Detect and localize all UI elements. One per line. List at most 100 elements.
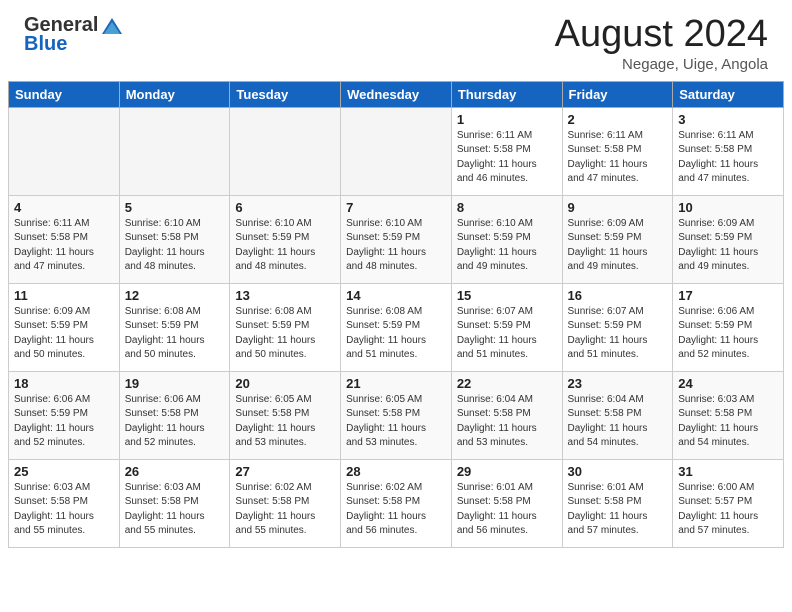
day-info: Sunrise: 6:08 AMSunset: 5:59 PMDaylight:… <box>125 305 225 363</box>
header: General Blue August 2024 Negage, Uige, A… <box>8 0 784 81</box>
calendar-week-row: 11 Sunrise: 6:09 AMSunset: 5:59 PMDayligh… <box>9 283 784 371</box>
day-info: Sunrise: 6:02 AMSunset: 5:58 PMDaylight:… <box>346 481 446 539</box>
day-number: 10 <box>678 200 778 215</box>
calendar-day-14: 14Sunrise: 6:08 AMSunset: 5:59 PMDayligh… <box>341 283 452 371</box>
page-wrapper: General Blue August 2024 Negage, Uige, A… <box>0 0 792 548</box>
weekday-header-thursday: Thursday <box>451 81 562 107</box>
day-number: 31 <box>678 464 778 479</box>
day-info: Sunrise: 6:11 AMSunset: 5:58 PMDaylight:… <box>457 129 557 187</box>
calendar-day-24: 24Sunrise: 6:03 AMSunset: 5:58 PMDayligh… <box>673 371 784 459</box>
calendar-day-19: 19 Sunrise: 6:06 AMSunset: 5:58 PMDayligh… <box>119 371 230 459</box>
weekday-header-monday: Monday <box>119 81 230 107</box>
day-number: 15 <box>457 288 557 303</box>
day-number: 1 <box>457 112 557 127</box>
day-info: Sunrise: 6:07 AMSunset: 5:59 PMDaylight:… <box>568 305 668 363</box>
calendar-day-31: 31 Sunrise: 6:00 AMSunset: 5:57 PMDayligh… <box>673 459 784 547</box>
day-number: 13 <box>235 288 335 303</box>
day-info: Sunrise: 6:06 AMSunset: 5:59 PMDaylight:… <box>14 393 114 451</box>
day-number: 4 <box>14 200 114 215</box>
calendar-day-15: 15 Sunrise: 6:07 AMSunset: 5:59 PMDayligh… <box>451 283 562 371</box>
calendar-day-9: 9 Sunrise: 6:09 AMSunset: 5:59 PMDaylight… <box>562 195 673 283</box>
day-number: 11 <box>14 288 114 303</box>
logo-icon <box>100 16 124 36</box>
calendar-day-10: 10 Sunrise: 6:09 AMSunset: 5:59 PMDayligh… <box>673 195 784 283</box>
logo: General Blue <box>24 14 126 56</box>
calendar-day-20: 20 Sunrise: 6:05 AMSunset: 5:58 PMDayligh… <box>230 371 341 459</box>
day-info: Sunrise: 6:09 AMSunset: 5:59 PMDaylight:… <box>678 217 778 275</box>
day-info: Sunrise: 6:03 AMSunset: 5:58 PMDaylight:… <box>125 481 225 539</box>
day-info: Sunrise: 6:08 AMSunset: 5:59 PMDaylight:… <box>346 305 446 363</box>
weekday-header-row: SundayMondayTuesdayWednesdayThursdayFrid… <box>9 81 784 107</box>
day-number: 21 <box>346 376 446 391</box>
day-info: Sunrise: 6:05 AMSunset: 5:58 PMDaylight:… <box>235 393 335 451</box>
day-info: Sunrise: 6:03 AMSunset: 5:58 PMDaylight:… <box>14 481 114 539</box>
day-number: 19 <box>125 376 225 391</box>
calendar-day-empty <box>9 107 120 195</box>
calendar-day-30: 30 Sunrise: 6:01 AMSunset: 5:58 PMDayligh… <box>562 459 673 547</box>
day-info: Sunrise: 6:10 AMSunset: 5:59 PMDaylight:… <box>457 217 557 275</box>
calendar-day-7: 7 Sunrise: 6:10 AMSunset: 5:59 PMDaylight… <box>341 195 452 283</box>
day-info: Sunrise: 6:05 AMSunset: 5:58 PMDaylight:… <box>346 393 446 451</box>
calendar-week-row: 18 Sunrise: 6:06 AMSunset: 5:59 PMDayligh… <box>9 371 784 459</box>
day-info: Sunrise: 6:00 AMSunset: 5:57 PMDaylight:… <box>678 481 778 539</box>
weekday-header-sunday: Sunday <box>9 81 120 107</box>
calendar-day-6: 6Sunrise: 6:10 AMSunset: 5:59 PMDaylight… <box>230 195 341 283</box>
weekday-header-tuesday: Tuesday <box>230 81 341 107</box>
day-info: Sunrise: 6:04 AMSunset: 5:58 PMDaylight:… <box>457 393 557 451</box>
calendar-day-11: 11 Sunrise: 6:09 AMSunset: 5:59 PMDayligh… <box>9 283 120 371</box>
day-number: 25 <box>14 464 114 479</box>
calendar-day-8: 8 Sunrise: 6:10 AMSunset: 5:59 PMDaylight… <box>451 195 562 283</box>
calendar-day-12: 12 Sunrise: 6:08 AMSunset: 5:59 PMDayligh… <box>119 283 230 371</box>
day-info: Sunrise: 6:09 AMSunset: 5:59 PMDaylight:… <box>568 217 668 275</box>
calendar-table: SundayMondayTuesdayWednesdayThursdayFrid… <box>8 81 784 548</box>
calendar-day-21: 21 Sunrise: 6:05 AMSunset: 5:58 PMDayligh… <box>341 371 452 459</box>
subtitle: Negage, Uige, Angola <box>555 56 768 73</box>
day-number: 29 <box>457 464 557 479</box>
day-info: Sunrise: 6:10 AMSunset: 5:58 PMDaylight:… <box>125 217 225 275</box>
day-info: Sunrise: 6:01 AMSunset: 5:58 PMDaylight:… <box>568 481 668 539</box>
day-info: Sunrise: 6:09 AMSunset: 5:59 PMDaylight:… <box>14 305 114 363</box>
day-info: Sunrise: 6:11 AMSunset: 5:58 PMDaylight:… <box>14 217 114 275</box>
day-number: 2 <box>568 112 668 127</box>
day-number: 20 <box>235 376 335 391</box>
day-number: 7 <box>346 200 446 215</box>
day-number: 30 <box>568 464 668 479</box>
calendar-day-27: 27 Sunrise: 6:02 AMSunset: 5:58 PMDayligh… <box>230 459 341 547</box>
calendar-day-empty <box>230 107 341 195</box>
calendar-day-23: 23Sunrise: 6:04 AMSunset: 5:58 PMDayligh… <box>562 371 673 459</box>
title-block: August 2024 Negage, Uige, Angola <box>555 14 768 73</box>
day-number: 26 <box>125 464 225 479</box>
day-number: 18 <box>14 376 114 391</box>
calendar-day-13: 13Sunrise: 6:08 AMSunset: 5:59 PMDayligh… <box>230 283 341 371</box>
calendar-day-1: 1 Sunrise: 6:11 AMSunset: 5:58 PMDaylight… <box>451 107 562 195</box>
main-title: August 2024 <box>555 14 768 56</box>
day-info: Sunrise: 6:01 AMSunset: 5:58 PMDaylight:… <box>457 481 557 539</box>
day-info: Sunrise: 6:06 AMSunset: 5:58 PMDaylight:… <box>125 393 225 451</box>
logo-blue-text: Blue <box>24 33 67 56</box>
weekday-header-friday: Friday <box>562 81 673 107</box>
calendar-day-18: 18 Sunrise: 6:06 AMSunset: 5:59 PMDayligh… <box>9 371 120 459</box>
day-number: 3 <box>678 112 778 127</box>
calendar-day-5: 5 Sunrise: 6:10 AMSunset: 5:58 PMDaylight… <box>119 195 230 283</box>
day-number: 8 <box>457 200 557 215</box>
calendar-day-17: 17Sunrise: 6:06 AMSunset: 5:59 PMDayligh… <box>673 283 784 371</box>
calendar-day-22: 22Sunrise: 6:04 AMSunset: 5:58 PMDayligh… <box>451 371 562 459</box>
calendar-day-29: 29 Sunrise: 6:01 AMSunset: 5:58 PMDayligh… <box>451 459 562 547</box>
calendar-day-empty <box>119 107 230 195</box>
day-number: 12 <box>125 288 225 303</box>
day-info: Sunrise: 6:02 AMSunset: 5:58 PMDaylight:… <box>235 481 335 539</box>
day-number: 28 <box>346 464 446 479</box>
calendar-week-row: 25 Sunrise: 6:03 AMSunset: 5:58 PMDayligh… <box>9 459 784 547</box>
calendar-day-3: 3Sunrise: 6:11 AMSunset: 5:58 PMDaylight… <box>673 107 784 195</box>
weekday-header-wednesday: Wednesday <box>341 81 452 107</box>
day-number: 5 <box>125 200 225 215</box>
day-info: Sunrise: 6:03 AMSunset: 5:58 PMDaylight:… <box>678 393 778 451</box>
day-info: Sunrise: 6:07 AMSunset: 5:59 PMDaylight:… <box>457 305 557 363</box>
day-number: 9 <box>568 200 668 215</box>
calendar-day-4: 4 Sunrise: 6:11 AMSunset: 5:58 PMDaylight… <box>9 195 120 283</box>
day-info: Sunrise: 6:10 AMSunset: 5:59 PMDaylight:… <box>346 217 446 275</box>
day-number: 27 <box>235 464 335 479</box>
day-info: Sunrise: 6:04 AMSunset: 5:58 PMDaylight:… <box>568 393 668 451</box>
calendar-week-row: 1 Sunrise: 6:11 AMSunset: 5:58 PMDaylight… <box>9 107 784 195</box>
calendar-day-28: 28 Sunrise: 6:02 AMSunset: 5:58 PMDayligh… <box>341 459 452 547</box>
